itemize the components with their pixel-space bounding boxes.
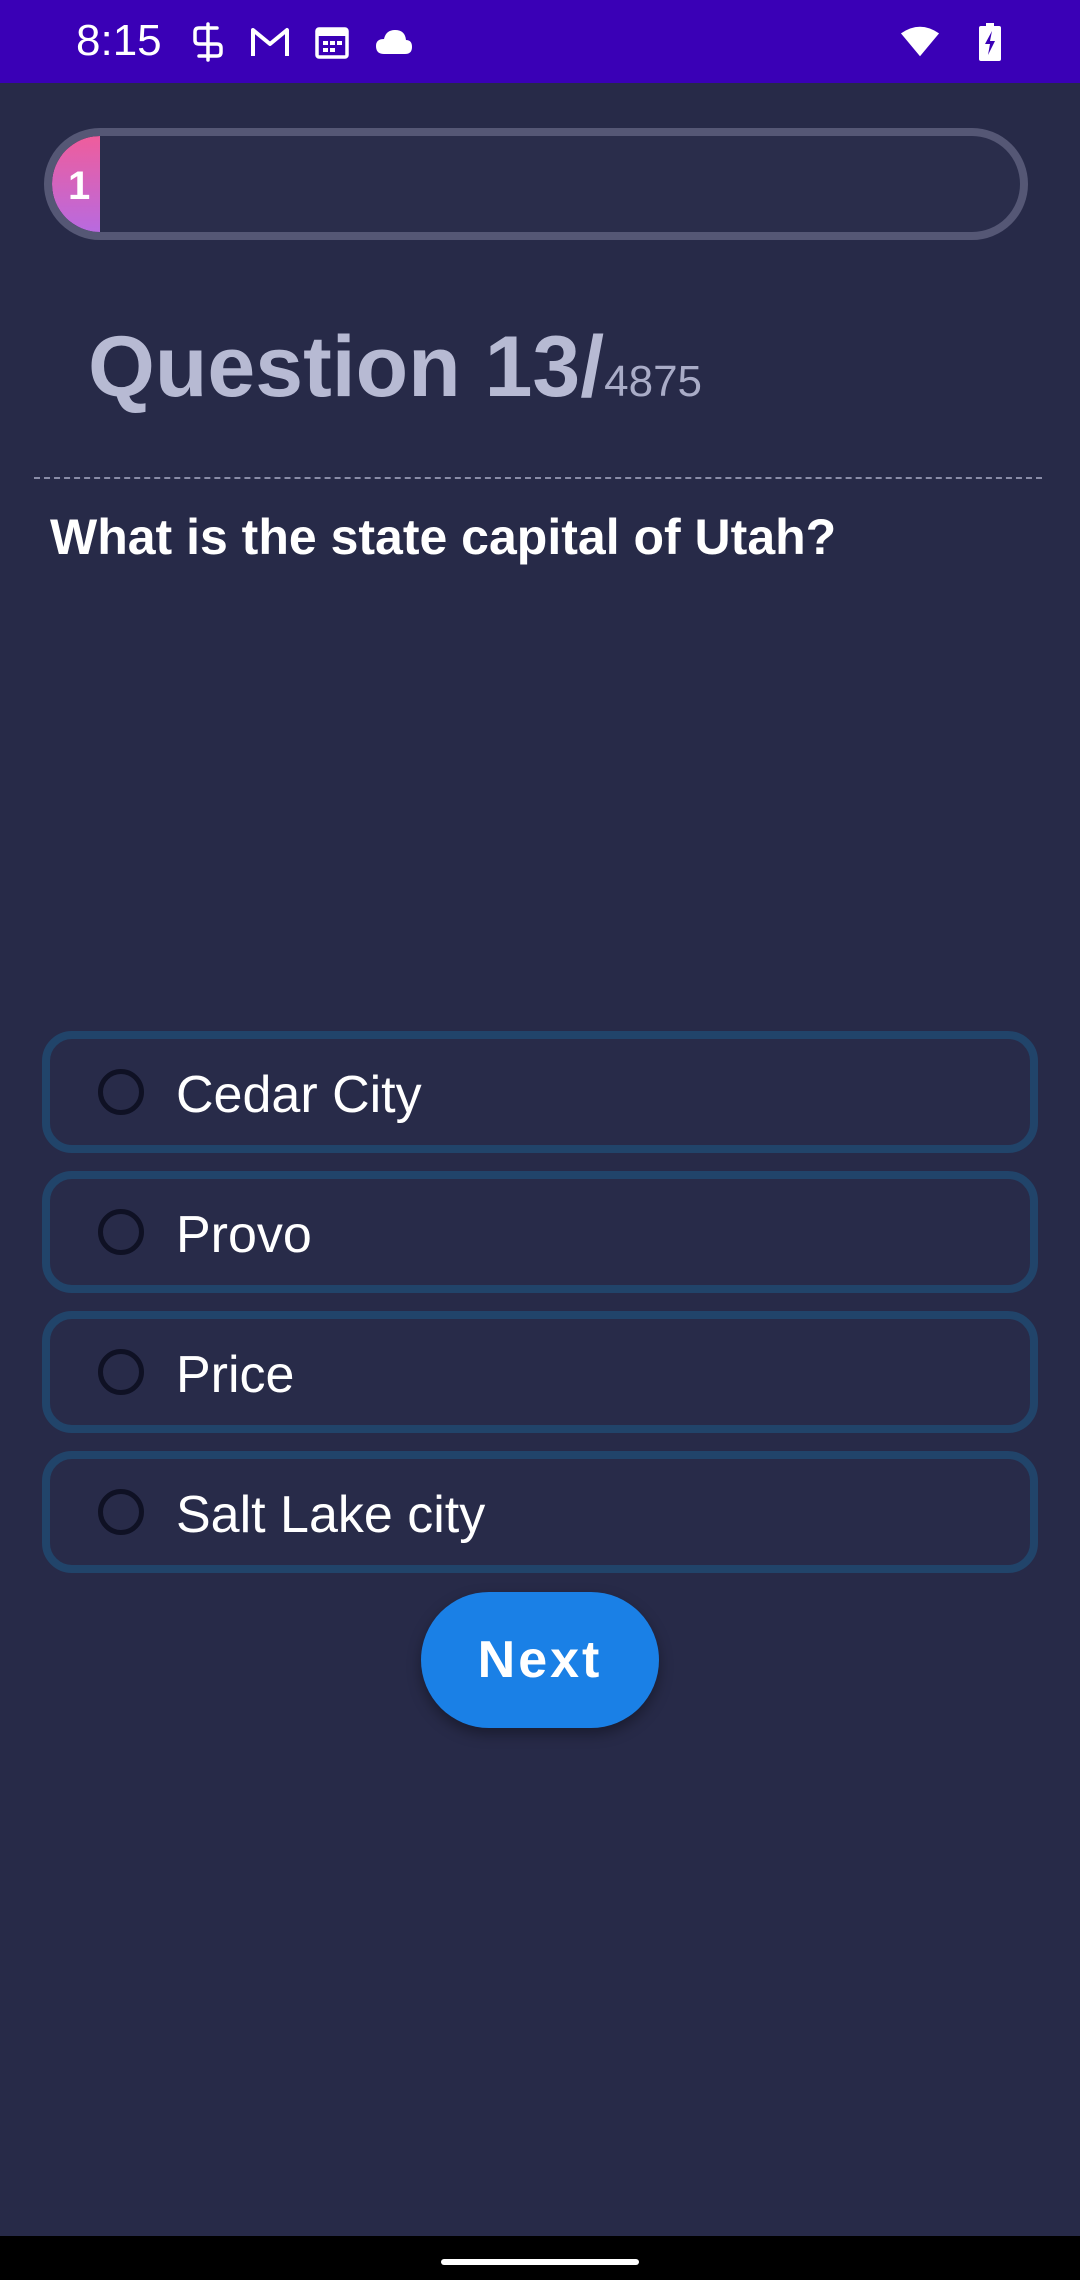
battery-charging-icon [970,22,1010,62]
question-counter: Question 13/4875 [88,318,702,417]
quiz-progress-bar: 1 [44,128,1028,240]
answer-option-label: Cedar City [176,1066,422,1124]
question-counter-current: Question 13/ [88,319,605,415]
radio-button[interactable] [98,1069,144,1115]
radio-button[interactable] [98,1349,144,1395]
radio-button[interactable] [98,1489,144,1535]
home-gesture-handle[interactable] [441,2259,639,2265]
answer-option-cedar-city[interactable]: Cedar City [42,1031,1038,1153]
gmail-icon [250,22,290,62]
answer-option-label: Salt Lake city [176,1486,486,1544]
answer-option-salt-lake-city[interactable]: Salt Lake city [42,1451,1038,1573]
notification-icons [188,22,414,62]
status-time: 8:15 [76,16,162,65]
cloud-icon [374,22,414,62]
navigation-bar [0,2236,1080,2280]
system-icons [900,22,1010,62]
radio-button[interactable] [98,1209,144,1255]
calendar-icon [312,22,352,62]
progress-label: 1 [68,164,91,208]
sim-icon [188,22,228,62]
question-counter-total: 4875 [604,357,703,406]
next-button[interactable]: Next [421,1592,659,1728]
answer-option-label: Price [176,1346,295,1404]
dashed-divider [34,477,1042,479]
answer-option-provo[interactable]: Provo [42,1171,1038,1293]
wifi-icon [900,22,940,62]
answer-option-label: Provo [176,1206,312,1264]
answer-option-price[interactable]: Price [42,1311,1038,1433]
question-text: What is the state capital of Utah? [50,509,837,565]
status-bar: 8:15 [0,0,1080,83]
